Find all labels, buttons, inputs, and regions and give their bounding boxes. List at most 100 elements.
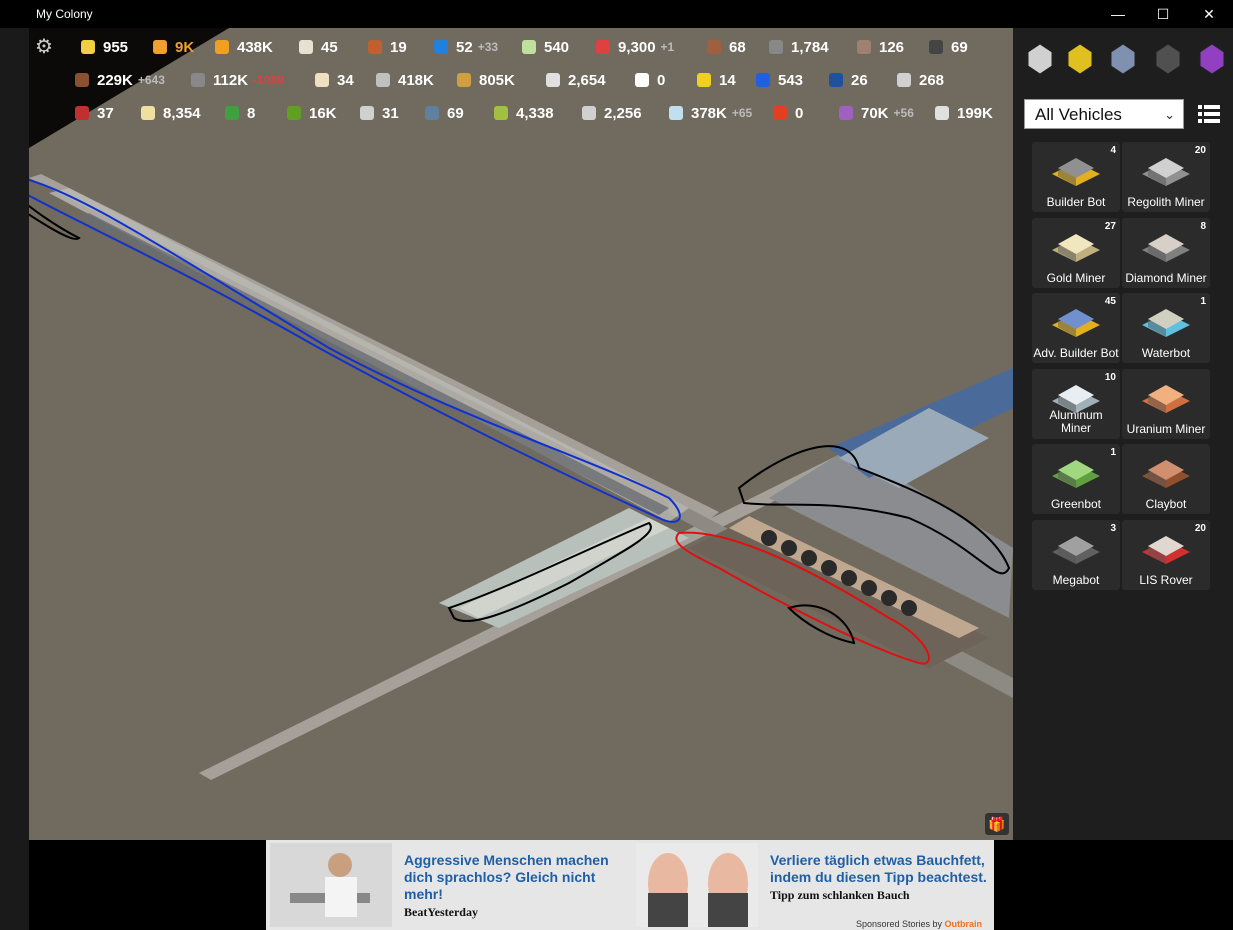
resource-value: 8: [247, 104, 256, 122]
ore-icon: [191, 73, 205, 87]
minimize-button[interactable]: —: [1095, 0, 1141, 28]
ad-item[interactable]: Verliere täglich etwas Bauchfett, indem …: [636, 843, 990, 927]
vehicle-name: LIS Rover: [1139, 572, 1193, 587]
bulb-icon: [81, 40, 95, 54]
resource-power[interactable]: 9K: [153, 36, 194, 58]
resource-aluminum[interactable]: 2,654: [546, 69, 606, 91]
antimatter-icon: [582, 106, 596, 120]
resource-food[interactable]: 19: [368, 36, 407, 58]
resource-wood[interactable]: 126: [857, 36, 904, 58]
chevron-down-icon: ⌄: [1164, 107, 1175, 122]
map-canvas[interactable]: [29, 28, 1013, 840]
vehicle-icon: [1142, 535, 1190, 564]
resource-steel[interactable]: 418K: [376, 69, 434, 91]
sponsored-label[interactable]: Sponsored Stories by Outbrain: [856, 919, 982, 929]
vehicle-card[interactable]: Uranium Miner: [1122, 368, 1210, 439]
cabbage-icon: [522, 40, 536, 54]
resource-money[interactable]: 438K: [215, 36, 273, 58]
resource-value: 112K: [213, 71, 249, 89]
resource-potion[interactable]: 70K +56: [839, 102, 914, 124]
resource-value: 2,256: [604, 104, 642, 122]
resource-uranium[interactable]: 14: [697, 69, 736, 91]
cotton-icon: [315, 73, 329, 87]
resource-antimatter[interactable]: 2,256: [582, 102, 642, 124]
vehicle-filter-dropdown[interactable]: All Vehicles ⌄: [1024, 99, 1184, 129]
resource-tires[interactable]: 1,784: [769, 36, 829, 58]
resource-textiles[interactable]: 26: [829, 69, 868, 91]
resource-rugs[interactable]: 37: [75, 102, 114, 124]
vehicle-icon: [1142, 460, 1190, 488]
vehicle-card[interactable]: 20 LIS Rover: [1122, 519, 1210, 590]
vehicle-sidebar: All Vehicles ⌄ 4 Builder Bot 20 Regolith Mi…: [1013, 28, 1233, 840]
textile-icon: [829, 73, 843, 87]
satellite-icon[interactable]: [1108, 40, 1138, 76]
vehicle-card[interactable]: 10 Aluminum Miner: [1032, 368, 1120, 439]
resource-research[interactable]: 955: [81, 36, 128, 58]
resource-regolith[interactable]: 45: [299, 36, 338, 58]
close-button[interactable]: ✕: [1186, 0, 1232, 28]
resource-coal[interactable]: 69: [929, 36, 968, 58]
resource-rock[interactable]: 268: [897, 69, 944, 91]
vehicle-icon: [1142, 233, 1190, 262]
vehicle-card[interactable]: 4 Builder Bot: [1032, 142, 1120, 212]
colony-map[interactable]: ⚙ 955 9K 438K 45 19 52 +33 540 9,300 +1 68 1,784 126…: [29, 28, 1013, 840]
resource-cheese[interactable]: 4,338: [494, 102, 554, 124]
vehicle-count: 3: [1110, 522, 1116, 534]
list-view-icon[interactable]: [1198, 104, 1220, 124]
resource-civics[interactable]: 9,300 +1: [596, 36, 674, 58]
ad-item[interactable]: Aggressive Menschen machen dich sprachlo…: [270, 843, 630, 927]
vehicle-icon: [1052, 535, 1100, 564]
resource-value: 8,354: [163, 104, 201, 122]
crate-icon[interactable]: [1153, 40, 1183, 76]
ad-title[interactable]: Aggressive Menschen machen dich sprachlo…: [404, 852, 624, 903]
resource-toys[interactable]: 8: [225, 102, 255, 124]
maximize-button[interactable]: ☐: [1140, 0, 1186, 28]
vehicle-card[interactable]: 27 Gold Miner: [1032, 217, 1120, 288]
vehicle-card[interactable]: 20 Regolith Miner: [1122, 142, 1210, 212]
vehicle-name: Builder Bot: [1046, 195, 1106, 209]
vehicle-filter-label: All Vehicles: [1035, 105, 1122, 124]
vehicle-count: 20: [1194, 145, 1206, 156]
resource-microchips[interactable]: 543: [756, 69, 803, 91]
vehicle-count: 1: [1110, 447, 1116, 458]
bulldozer-icon[interactable]: [1065, 40, 1095, 76]
resource-value: 540: [544, 38, 570, 56]
vehicle-card[interactable]: 1 Greenbot: [1032, 444, 1120, 514]
window-title: My Colony: [36, 7, 93, 21]
resource-diamond[interactable]: 0: [635, 69, 665, 91]
resource-cabbage[interactable]: 540: [522, 36, 569, 58]
resource-clay[interactable]: 229K +643: [75, 69, 165, 91]
resource-ore[interactable]: 112K -1080: [191, 69, 284, 91]
resource-cotton[interactable]: 34: [315, 69, 354, 91]
resource-delta: -1080: [253, 73, 284, 87]
rug-icon: [75, 106, 89, 120]
resource-glass[interactable]: 69: [425, 102, 464, 124]
vehicle-card[interactable]: 8 Diamond Miner: [1122, 217, 1210, 288]
vehicle-card[interactable]: 1 Waterbot: [1122, 293, 1210, 363]
resource-delta: +643: [137, 73, 165, 87]
ad-title[interactable]: Verliere täglich etwas Bauchfett, indem …: [770, 852, 994, 886]
resource-fire[interactable]: 0: [773, 102, 803, 124]
vehicle-name: Uranium Miner: [1126, 421, 1206, 436]
resource-ether[interactable]: 378K +65: [669, 102, 752, 124]
resource-robots[interactable]: 31: [360, 102, 399, 124]
resource-culture[interactable]: 199K: [935, 102, 993, 124]
resource-gold[interactable]: 805K: [457, 69, 515, 91]
rocket-icon[interactable]: [1025, 40, 1055, 76]
resource-circuits[interactable]: 16K: [287, 102, 337, 124]
vehicle-name: Waterbot: [1141, 346, 1191, 360]
resource-water[interactable]: 52 +33: [434, 36, 498, 58]
vehicle-card[interactable]: Claybot: [1122, 444, 1210, 514]
resource-alcohol[interactable]: 68: [707, 36, 746, 58]
rock-icon: [897, 73, 911, 87]
gear-icon[interactable]: ⚙: [35, 36, 57, 58]
vehicle-card[interactable]: 45 Adv. Builder Bot: [1032, 293, 1120, 363]
vehicle-name: Greenbot: [1050, 497, 1102, 511]
resource-value: 52: [456, 38, 473, 56]
gift-icon[interactable]: 🎁: [985, 813, 1009, 835]
resource-bread[interactable]: 8,354: [141, 102, 201, 124]
resource-value: 0: [657, 71, 666, 89]
vehicle-card[interactable]: 3 Megabot: [1032, 519, 1120, 590]
flask-icon[interactable]: [1197, 40, 1227, 76]
resource-value: 0: [795, 104, 804, 122]
